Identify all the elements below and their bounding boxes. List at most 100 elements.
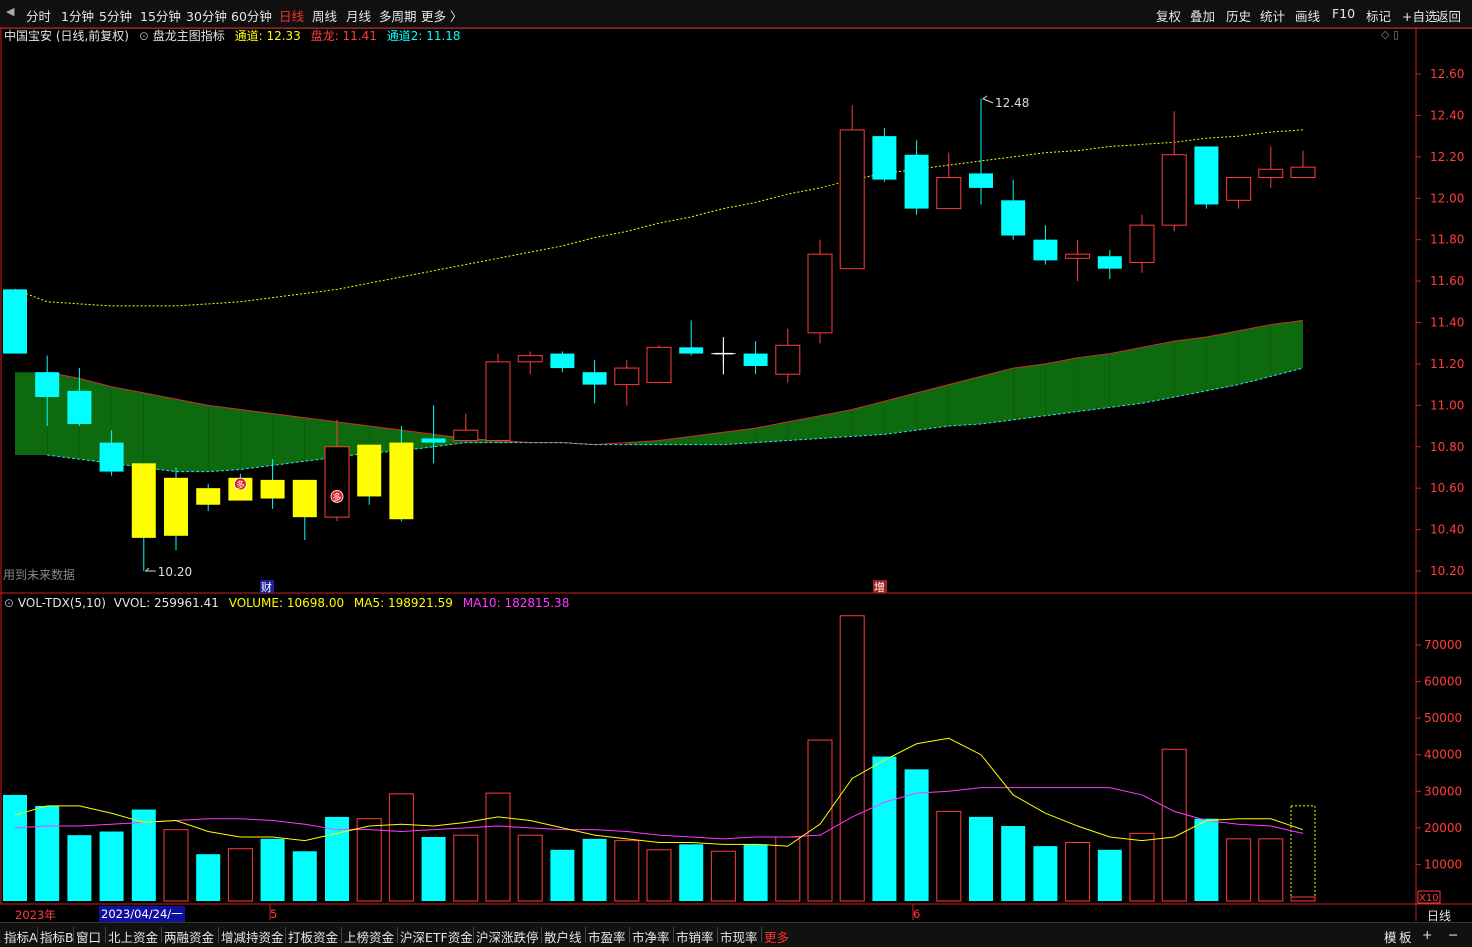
volume-bar: [646, 849, 672, 902]
candle-body: [1001, 200, 1026, 236]
bottom-control-1[interactable]: 板: [1399, 927, 1412, 946]
bottom-control-0[interactable]: 模: [1384, 927, 1397, 946]
indicator-tab-2[interactable]: 窗口: [76, 927, 101, 946]
indicator-tab-13[interactable]: 市销率: [676, 927, 714, 946]
candle-body: [872, 136, 897, 180]
volume-tick-label: 60000: [1424, 675, 1462, 689]
volume-bar: [227, 848, 253, 902]
volume-bar: [485, 792, 511, 902]
volume-bar: [1226, 838, 1252, 902]
price-tick-label: 11.80: [1430, 233, 1464, 247]
indicator-tab-1[interactable]: 指标B: [40, 927, 74, 946]
tab-divider: [37, 927, 38, 943]
vol-indicator-name[interactable]: VOL-TDX(5,10): [18, 596, 106, 610]
bottom-control-2[interactable]: +: [1422, 927, 1432, 942]
indicator-name[interactable]: 盘龙主图指标: [153, 29, 225, 43]
volume-bar: [356, 818, 382, 902]
candle-body: [969, 173, 993, 188]
tab-divider: [73, 927, 74, 943]
signal-marker-label: 多: [236, 479, 245, 491]
candle-body: [936, 177, 962, 210]
price-tick-label: 12.40: [1430, 108, 1464, 122]
candle-body: [1129, 224, 1155, 263]
volume-bar: [1290, 805, 1316, 902]
indicator-tabs-bar: 指标A 指标B 窗口 北上资金 两融资金 增减持资金 打板资金 上榜资金 沪深ETF资金 沪深涨跌…: [0, 922, 1472, 947]
candle-body: [904, 154, 929, 209]
channel-band: [659, 436, 692, 445]
volume-bar: [388, 793, 414, 902]
indicator-tab-7[interactable]: 上榜资金: [344, 927, 394, 946]
candle-body: [67, 390, 92, 424]
price-tick-label: 10.20: [1430, 564, 1464, 578]
channel-band: [240, 409, 273, 470]
indicator-tab-11[interactable]: 市盈率: [588, 927, 626, 946]
candle-body: [679, 347, 704, 354]
candle-body: [1033, 239, 1058, 261]
tab-divider: [761, 927, 762, 943]
volume-bar: [196, 854, 221, 901]
tab-divider: [341, 927, 342, 943]
candle-body: [1097, 256, 1122, 269]
indicator-tab-12[interactable]: 市净率: [632, 927, 670, 946]
candle-body: [453, 429, 479, 442]
bottom-control-3[interactable]: −: [1448, 927, 1458, 942]
price-tick-label: 11.00: [1430, 398, 1464, 412]
tab-divider: [161, 927, 162, 943]
year-label: 2023年: [15, 908, 56, 922]
tab-divider: [541, 927, 542, 943]
diamond-icon[interactable]: ◇: [1381, 28, 1389, 41]
tab-divider: [397, 927, 398, 943]
volume-bar: [904, 769, 929, 901]
indicator-tab-3[interactable]: 北上资金: [108, 927, 158, 946]
candle-body: [517, 355, 543, 363]
price-tick-label: 11.40: [1430, 316, 1464, 330]
candle-body: [1065, 253, 1091, 259]
price-tick-label: 10.40: [1430, 523, 1464, 537]
future-data-note: 用到未来数据: [3, 568, 76, 582]
indicator-tab-10[interactable]: 散户线: [544, 927, 582, 946]
candle-body: [357, 444, 382, 497]
zeng-marker: 增: [874, 580, 885, 594]
low-arrow: [144, 567, 156, 572]
ma10-value: 182815.38: [504, 596, 570, 610]
volume-header: ⊙ VOL-TDX(5,10) VVOL: 259961.41 VOLUME: …: [4, 596, 569, 610]
indicator-tab-14[interactable]: 市现率: [720, 927, 758, 946]
channel-band: [852, 401, 885, 437]
candle-body: [646, 346, 672, 384]
candle-body: [582, 372, 607, 385]
ma10-label: MA10:: [462, 596, 501, 610]
channel-band: [1174, 336, 1207, 398]
indicator-tab-4[interactable]: 两融资金: [164, 927, 214, 946]
volume-bar: [421, 837, 446, 901]
volume-bar: [163, 829, 189, 902]
channel-band: [1109, 347, 1142, 408]
ch1-label: 通道:: [234, 29, 263, 43]
indicator-tab-0[interactable]: 指标A: [4, 927, 38, 946]
indicator-tab-6[interactable]: 打板资金: [288, 927, 338, 946]
volume-bar: [1194, 818, 1219, 901]
restore-icon[interactable]: ▯: [1393, 28, 1399, 41]
indicator-tab-15[interactable]: 更多: [764, 927, 789, 946]
volume-label: VOLUME:: [228, 596, 283, 610]
candle-body: [1161, 154, 1187, 226]
vol-settings-icon[interactable]: ⊙: [4, 596, 14, 610]
price-tick-label: 11.20: [1430, 357, 1464, 371]
volume-bar: [1161, 748, 1187, 902]
indicator-tab-8[interactable]: 沪深ETF资金: [400, 927, 473, 946]
cursor-date: 2023/04/24/一: [99, 906, 185, 922]
volume-bar: [1033, 846, 1058, 901]
volume-bar: [969, 816, 993, 901]
tab-divider: [473, 927, 474, 943]
volume-bar: [260, 838, 285, 901]
candle-body: [131, 463, 156, 538]
volume-tick-label: 10000: [1424, 857, 1462, 871]
candle-body: [324, 446, 350, 518]
indicator-tab-9[interactable]: 沪深涨跌停: [476, 927, 539, 946]
vvol-value: 259961.41: [153, 596, 219, 610]
settings-icon[interactable]: ⊙: [139, 29, 149, 43]
channel-band: [820, 409, 853, 439]
volume-bar: [1001, 826, 1026, 901]
kline-chart: 10.20 10.40 10.60 10.80 11.00 11.20 11.40 11.60…: [0, 27, 1472, 921]
indicator-tab-5[interactable]: 增减持资金: [221, 927, 284, 946]
candle-body: [550, 353, 575, 369]
